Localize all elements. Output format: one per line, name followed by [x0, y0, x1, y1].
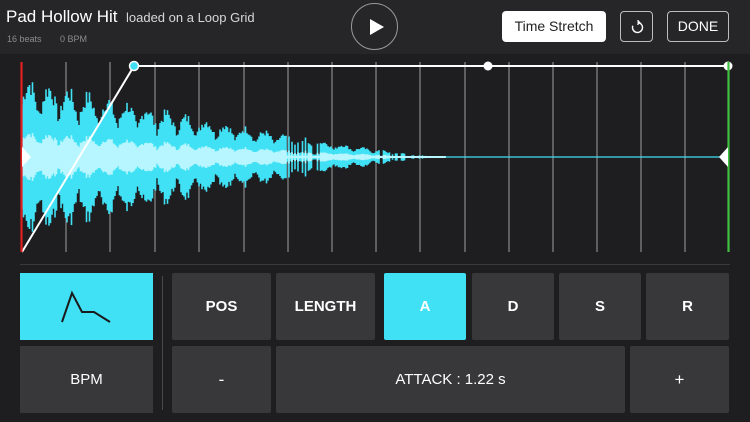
panel-separator — [162, 276, 163, 410]
tab-d[interactable]: D — [472, 273, 554, 340]
waveform-editor[interactable] — [0, 54, 750, 264]
decay-handle — [483, 61, 493, 71]
bpm-mode-button[interactable]: BPM — [20, 346, 153, 413]
top-bar: Pad Hollow Hit loaded on a Loop Grid 16 … — [0, 0, 750, 54]
increment-button[interactable]: + — [630, 346, 729, 413]
play-icon — [370, 19, 384, 35]
beats-readout: 16 beats — [7, 34, 42, 44]
time-stretch-button[interactable]: Time Stretch — [502, 11, 606, 42]
attack-value-display: ATTACK : 1.22 s — [276, 346, 625, 413]
attack-handle — [128, 60, 140, 72]
decrement-button[interactable]: - — [172, 346, 271, 413]
end-marker-arrow — [719, 147, 728, 167]
done-button[interactable]: DONE — [667, 11, 729, 42]
divider — [20, 264, 730, 265]
envelope-icon — [61, 290, 111, 323]
bpm-readout: 0 BPM — [60, 34, 88, 44]
tab-a[interactable]: A — [384, 273, 466, 340]
play-button[interactable] — [351, 3, 398, 50]
waveform-canvas[interactable] — [0, 54, 750, 264]
tab-s[interactable]: S — [559, 273, 641, 340]
tab-length[interactable]: LENGTH — [276, 273, 375, 340]
sample-title: Pad Hollow Hit — [6, 7, 118, 26]
tab-r[interactable]: R — [646, 273, 729, 340]
reset-icon — [631, 20, 644, 34]
envelope-mode-button[interactable] — [20, 273, 153, 340]
loaded-on-label: loaded on a Loop Grid — [126, 10, 255, 25]
tab-pos[interactable]: POS — [172, 273, 271, 340]
reset-button[interactable] — [620, 11, 653, 42]
